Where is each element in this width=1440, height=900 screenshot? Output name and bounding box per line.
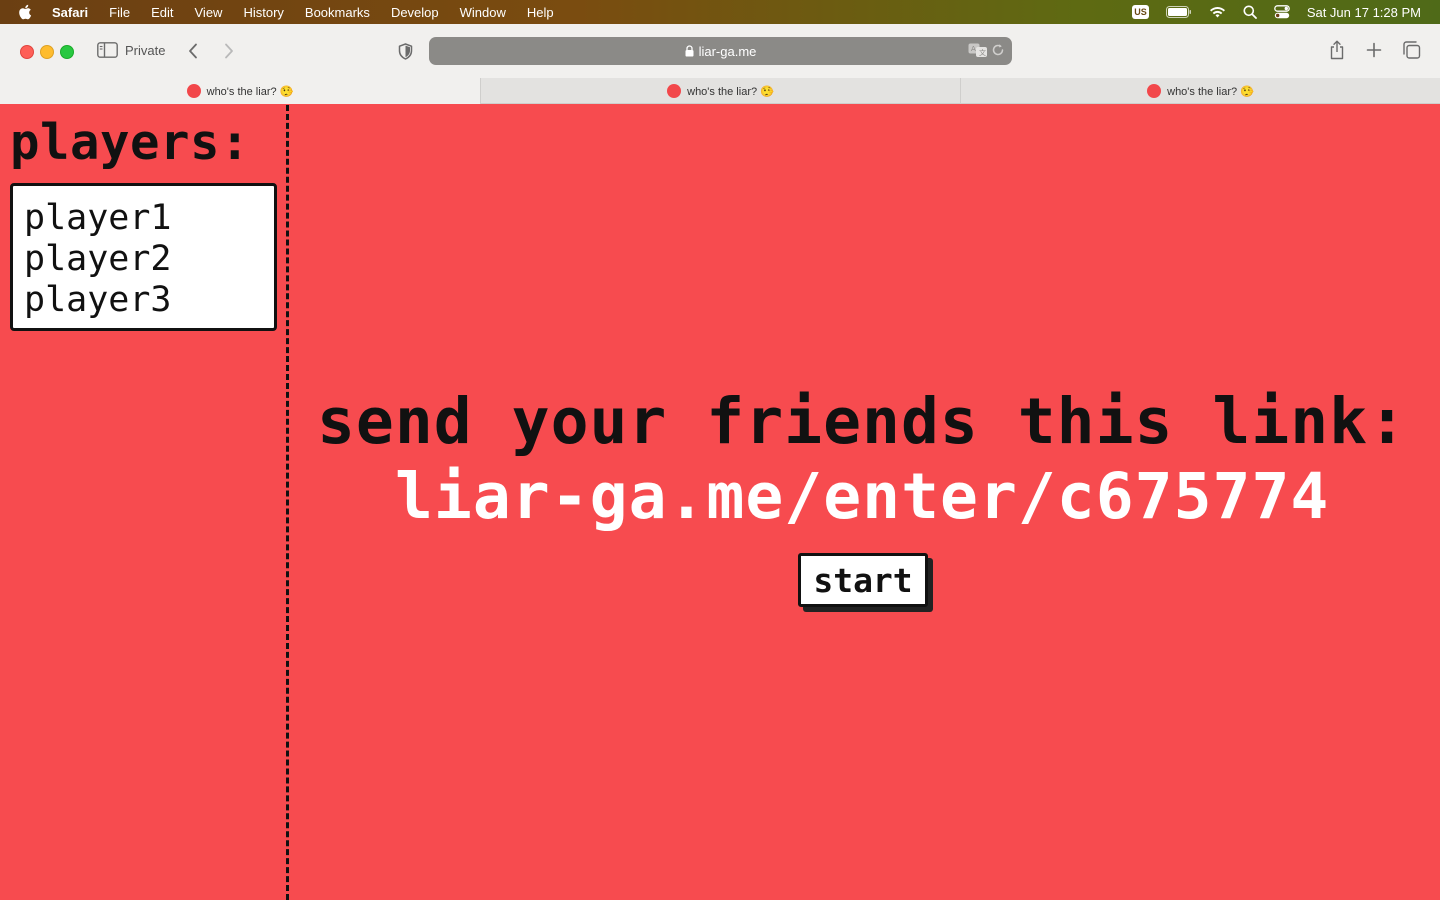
menu-edit[interactable]: Edit <box>151 5 173 20</box>
tab-2[interactable]: who's the liar? 🤥 <box>480 78 960 104</box>
menu-app-name[interactable]: Safari <box>52 5 88 20</box>
address-text: liar-ga.me <box>698 43 757 59</box>
private-label: Private <box>125 42 166 58</box>
new-tab-button[interactable] <box>1366 42 1382 58</box>
svg-text:A: A <box>971 45 976 53</box>
menu-help[interactable]: Help <box>527 5 554 20</box>
input-source-badge[interactable]: US <box>1132 5 1149 19</box>
maximize-window-button[interactable] <box>60 45 74 59</box>
plus-icon <box>1366 42 1382 58</box>
sidebar-toggle-button[interactable]: Private <box>97 42 165 58</box>
control-center-icon[interactable] <box>1273 5 1290 19</box>
apple-icon[interactable] <box>18 4 34 20</box>
tab-3[interactable]: who's the liar? 🤥 <box>960 78 1440 104</box>
menu-develop[interactable]: Develop <box>391 5 439 20</box>
favicon-icon <box>1147 84 1162 98</box>
menubar-clock[interactable]: Sat Jun 17 1:28 PM <box>1307 5 1421 20</box>
shield-icon <box>398 43 413 60</box>
tab-overview-button[interactable] <box>1402 41 1421 59</box>
menu-file[interactable]: File <box>109 5 130 20</box>
tab-bar: who's the liar? 🤥 who's the liar? 🤥 who'… <box>0 78 1440 104</box>
menu-bar: Safari File Edit View History Bookmarks … <box>0 0 1440 24</box>
share-button[interactable] <box>1329 40 1345 60</box>
svg-text:文: 文 <box>979 48 986 57</box>
lock-icon <box>685 45 694 57</box>
close-window-button[interactable] <box>20 45 34 59</box>
chevron-right-icon <box>224 43 234 59</box>
address-bar[interactable]: liar-ga.me A文 <box>429 37 1012 65</box>
menu-bookmarks[interactable]: Bookmarks <box>305 5 370 20</box>
tab-1[interactable]: who's the liar? 🤥 <box>0 78 480 104</box>
players-heading: players: <box>10 114 251 171</box>
page-content: players: player1 player2 player3 send yo… <box>0 105 1440 900</box>
player-name: player2 <box>24 239 172 279</box>
back-button[interactable] <box>188 43 198 59</box>
tab-title: who's the liar? 🤥 <box>206 85 294 98</box>
share-heading: send your friends this link: <box>317 385 1408 458</box>
translate-icon[interactable]: A文 <box>968 43 988 58</box>
menu-window[interactable]: Window <box>460 5 506 20</box>
menu-history[interactable]: History <box>243 5 283 20</box>
tab-overview-icon <box>1402 41 1421 59</box>
spotlight-search-icon[interactable] <box>1243 5 1257 19</box>
chevron-left-icon <box>188 43 198 59</box>
player-list: player1 player2 player3 <box>10 183 277 331</box>
player-name: player1 <box>24 198 172 238</box>
reload-icon[interactable] <box>991 43 1005 57</box>
privacy-report-button[interactable] <box>398 43 413 60</box>
status-area: US Sat Jun 17 1:28 PM <box>1132 0 1440 24</box>
wifi-icon[interactable] <box>1209 6 1226 18</box>
minimize-window-button[interactable] <box>40 45 54 59</box>
battery-icon[interactable] <box>1165 6 1192 18</box>
menu-view[interactable]: View <box>195 5 223 20</box>
sidebar-icon <box>97 42 118 58</box>
browser-toolbar: Private liar-ga.me A文 <box>0 24 1440 78</box>
player-name: player3 <box>24 280 172 320</box>
favicon-icon <box>667 84 682 98</box>
start-button[interactable]: start <box>798 553 928 607</box>
favicon-icon <box>186 84 201 98</box>
players-sidebar: players: player1 player2 player3 <box>0 105 289 900</box>
share-icon <box>1329 40 1345 60</box>
tab-title: who's the liar? 🤥 <box>1167 85 1254 98</box>
forward-button[interactable] <box>224 43 234 59</box>
tab-title: who's the liar? 🤥 <box>687 85 774 98</box>
invite-link[interactable]: liar-ga.me/enter/c675774 <box>395 461 1329 533</box>
